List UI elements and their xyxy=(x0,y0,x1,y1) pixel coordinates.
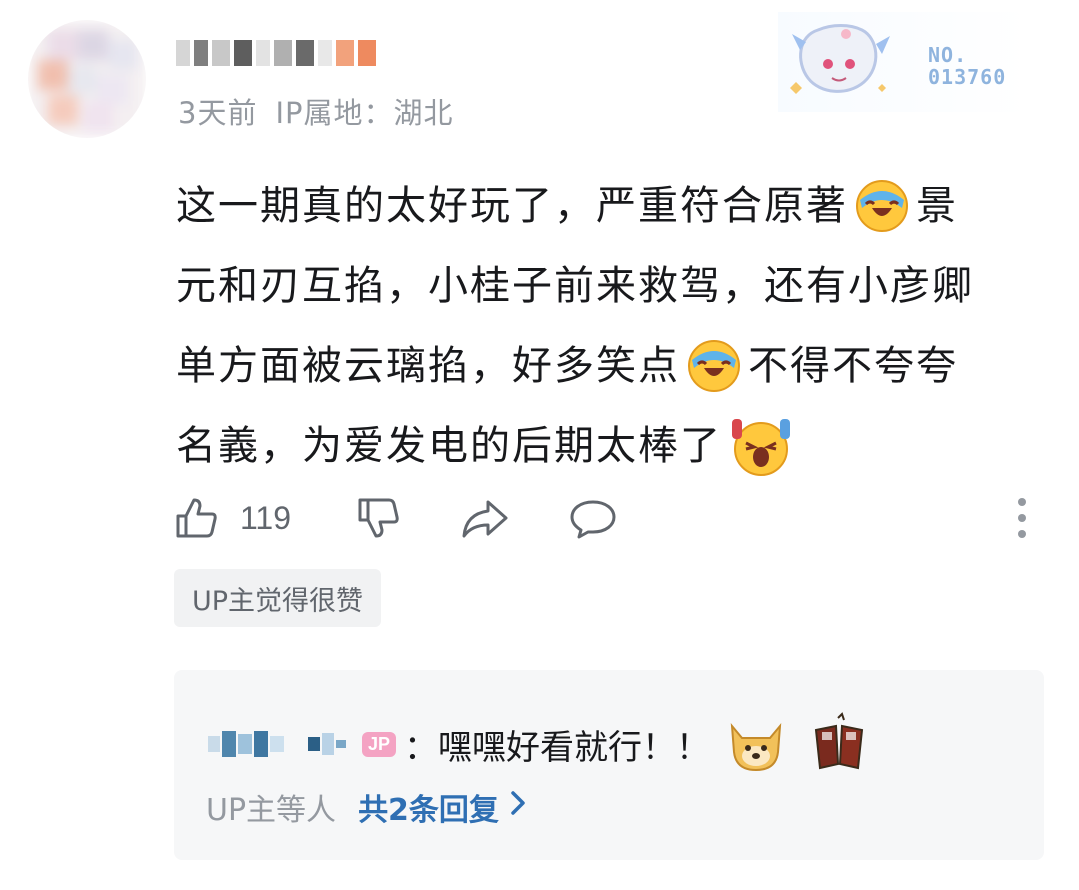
ip-location: IP属地：湖北 xyxy=(275,96,454,130)
comment-text-segment: 景 xyxy=(916,183,958,229)
comment-text-segment: 不得不夸夸 xyxy=(748,343,958,389)
laugh-cry-emoji-icon xyxy=(688,340,740,392)
comment-text-segment: 名義，为爱发电的后期太棒了 xyxy=(176,423,722,469)
reply-participants: UP主等人 xyxy=(206,793,337,828)
thumbs-down-icon xyxy=(358,498,399,538)
share-button[interactable] xyxy=(460,490,510,546)
view-replies-link[interactable]: 共2条回复 xyxy=(358,785,499,829)
reply-username-pixelated[interactable] xyxy=(208,731,346,757)
comment-icon xyxy=(570,500,616,539)
like-button[interactable]: 119 xyxy=(172,490,291,546)
comment-line: 这一期真的太好玩了，严重符合原著 景 xyxy=(176,166,1036,246)
comment-meta: 3天前 IP属地：湖北 xyxy=(178,90,454,132)
comment-text-segment: 这一期真的太好玩了，严重符合原著 xyxy=(176,183,848,229)
comment-text-segment: 元和刃互掐，小桂子前来救驾，还有小彦卿 xyxy=(176,263,974,309)
doge-emoji-icon xyxy=(730,722,782,772)
reply-button[interactable] xyxy=(568,490,618,546)
cheers-drink-emoji-icon xyxy=(814,712,864,770)
user-badge: JP xyxy=(362,731,397,757)
comment-time: 3天前 xyxy=(178,96,258,130)
user-avatar[interactable] xyxy=(28,20,146,138)
cheering-emoji-icon xyxy=(732,419,790,476)
more-vertical-icon[interactable] xyxy=(1016,494,1028,542)
chevron-right-icon[interactable] xyxy=(509,789,527,825)
action-bar: 119 xyxy=(172,490,1052,546)
thumbs-up-icon xyxy=(176,498,217,538)
comment-line: 单方面被云璃掐，好多笑点 不得不夸夸 xyxy=(176,326,1036,406)
reply-text: ：嘿嘿好看就行！！ xyxy=(404,727,711,768)
up-liked-tag: UP主觉得很赞 xyxy=(174,569,382,627)
comment-text: 这一期真的太好玩了，严重符合原著 景 元和刃互掐，小桂子前来救驾，还有小彦卿 单… xyxy=(176,166,1036,486)
like-count: 119 xyxy=(240,499,292,536)
reply-preview-line[interactable]: JP ：嘿嘿好看就行！！ xyxy=(208,712,878,776)
fan-badge-number: NO. 013760 xyxy=(928,43,1007,89)
comment-line: 名義，为爱发电的后期太棒了 xyxy=(176,406,1036,486)
laugh-cry-emoji-icon xyxy=(856,180,908,232)
comment-text-segment: 单方面被云璃掐，好多笑点 xyxy=(176,343,680,389)
dislike-button[interactable] xyxy=(354,490,402,546)
username-pixelated[interactable] xyxy=(176,26,376,66)
reply-footer[interactable]: UP主等人 共2条回复 xyxy=(206,785,527,829)
comment-line: 元和刃互掐，小桂子前来救驾，还有小彦卿 xyxy=(176,246,1036,326)
share-icon xyxy=(462,500,508,538)
